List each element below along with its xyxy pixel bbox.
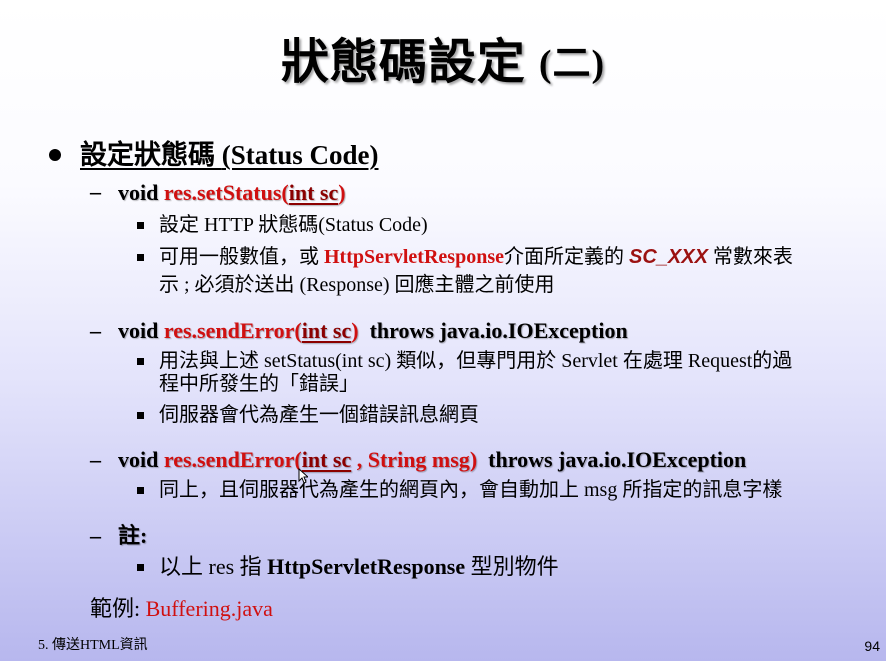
slide-title-suffix: (二) (538, 43, 606, 85)
note-pre-text: 以上 res 指 (159, 554, 262, 579)
void-keyword: void (118, 447, 159, 472)
usage-post-text: 常數來表 (712, 246, 793, 268)
sub-item-error-page: 伺服器會代為產生一個錯誤訊息網頁 (159, 404, 479, 426)
square-bullet (137, 564, 144, 571)
set-status-signature: void res.setStatus(int sc) (118, 178, 346, 208)
note-post-text: 型別物件 (470, 554, 559, 579)
param-text: int sc (288, 180, 339, 205)
method-name: res.sendError (163, 447, 295, 472)
example-line: 範例: Buffering.java (90, 596, 273, 622)
open-paren: ( (294, 318, 302, 343)
class-name: HttpServletResponse (324, 246, 504, 268)
slide-title-main: 狀態碼設定 (280, 36, 526, 89)
method-name: res.setStatus (163, 180, 282, 205)
mouse-cursor-icon (298, 468, 308, 484)
status-code-heading-cn: 設定狀態碼 (80, 140, 215, 170)
square-bullet (137, 254, 144, 261)
void-keyword: void (118, 318, 159, 343)
usage-mid-text: 介面所定義的 (503, 246, 624, 268)
note-label: 註: (118, 523, 148, 548)
square-bullet (137, 412, 144, 419)
sc-constant: SC_XXX (628, 246, 708, 268)
square-bullet (137, 222, 144, 229)
sub-item-send-error-line2: 程中所發生的「錯誤」 (159, 373, 359, 395)
square-bullet (137, 358, 144, 365)
status-code-heading: 設定狀態碼 (Status Code) (80, 138, 379, 172)
footer-section-label: 5. 傳送HTML資訊 (38, 638, 148, 653)
sub-item-res-note: 以上 res 指 HttpServletResponse 型別物件 (159, 554, 559, 580)
dash-bullet: – (90, 447, 101, 472)
footer-page-number: 94 (864, 638, 880, 654)
example-label: 範例: (90, 596, 141, 621)
slide: 狀態碼設定 (二) 設定狀態碼 (Status Code) – void res… (0, 0, 886, 661)
sub-item-usage-line2: 示 ; 必須於送出 (Response) 回應主體之前使用 (159, 274, 555, 296)
close-paren: ) (469, 447, 478, 472)
usage-pre-text: 可用一般數值，或 (159, 246, 319, 268)
open-paren: ( (281, 180, 289, 205)
void-keyword: void (118, 180, 159, 205)
sub-item-usage-line1: 可用一般數值，或 HttpServletResponse介面所定義的 SC_XX… (159, 244, 793, 270)
param-text: int sc (301, 318, 352, 343)
send-error-signature: void res.sendError(int sc) throws java.i… (118, 316, 628, 346)
sub-item-set-http-status: 設定 HTTP 狀態碼(Status Code) (159, 214, 428, 236)
dash-bullet: – (90, 523, 101, 548)
param-text: int sc (301, 447, 352, 472)
slide-title: 狀態碼設定 (二) (0, 28, 886, 99)
note-class-name: HttpServletResponse (267, 554, 466, 579)
method-name: res.sendError (163, 318, 295, 343)
status-code-heading-en: (Status Code) (221, 140, 379, 170)
example-file-link[interactable]: Buffering.java (146, 596, 273, 621)
square-bullet (137, 487, 144, 494)
dash-bullet: – (90, 318, 101, 343)
close-paren: ) (351, 318, 359, 343)
throws-clause: throws java.io.IOException (488, 447, 747, 472)
sub-item-auto-msg: 同上，且伺服器代為產生的網頁內，會自動加上 msg 所指定的訊息字樣 (159, 479, 783, 501)
string-msg-param: , String msg (356, 447, 470, 472)
throws-clause: throws java.io.IOException (369, 318, 628, 343)
send-error-msg-signature: void res.sendError(int sc , String msg) … (118, 445, 746, 475)
dash-bullet: – (90, 179, 101, 204)
close-paren: ) (338, 180, 346, 205)
bullet-dot (49, 149, 61, 161)
